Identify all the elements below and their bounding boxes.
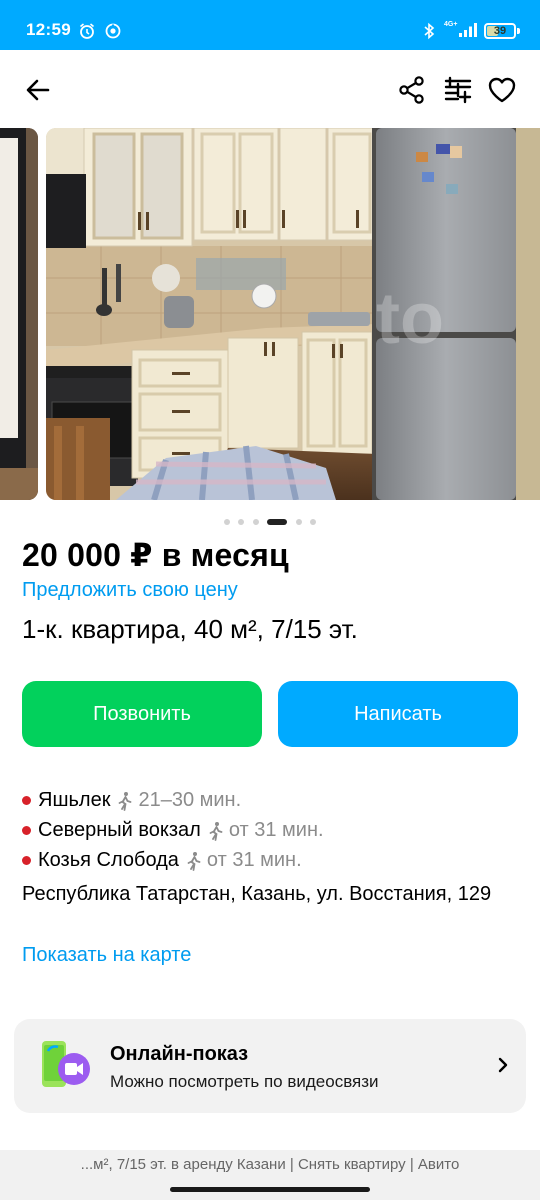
metro-walk-time: от 31 мин. [206, 849, 302, 871]
alarm-icon [78, 22, 96, 45]
listing-photo[interactable]: to [46, 128, 540, 500]
back-button[interactable] [18, 70, 58, 110]
back-arrow-icon [26, 79, 50, 101]
gallery-dot [223, 518, 230, 525]
gallery-dot [295, 518, 302, 525]
status-time: 12:59 [26, 20, 71, 39]
gallery-dot [252, 518, 259, 525]
battery-icon: 39 [484, 23, 516, 39]
online-viewing-title: Онлайн-показ [110, 1043, 249, 1065]
walking-icon [207, 821, 225, 841]
gallery-pagination [0, 513, 540, 525]
favorite-button[interactable] [482, 70, 522, 110]
home-indicator[interactable] [170, 1187, 370, 1192]
compare-add-icon [444, 76, 472, 104]
heart-icon [488, 77, 516, 103]
photo-gallery[interactable]: to [0, 128, 540, 500]
share-button[interactable] [392, 70, 432, 110]
metro-station-name: Яшьлек [38, 789, 111, 811]
browser-title-bar[interactable]: ...м², 7/15 эт. в аренду Казани | Снять … [0, 1150, 540, 1200]
metro-walk-time: от 31 мин. [228, 819, 324, 841]
metro-walk-time: 21–30 мин. [138, 789, 242, 811]
svg-text:to: to [376, 279, 444, 359]
listing-title: 1-к. квартира, 40 м², 7/15 эт. [22, 614, 358, 644]
video-call-phone-icon [38, 1039, 94, 1095]
status-bar: 12:59 4G+ 39 [0, 0, 540, 50]
walking-icon [116, 791, 134, 811]
sync-icon [104, 22, 122, 45]
compare-button[interactable] [438, 70, 478, 110]
battery-level: 39 [493, 25, 507, 37]
metro-line-dot [22, 796, 31, 805]
metro-station: Северный вокзал от 31 мин. [22, 819, 324, 842]
gallery-dot [238, 518, 245, 525]
metro-station-name: Козья Слобода [38, 849, 179, 871]
metro-line-dot [22, 856, 31, 865]
metro-station: Козья Слобода от 31 мин. [22, 849, 302, 872]
app-bar [0, 50, 540, 128]
bluetooth-icon [422, 22, 436, 45]
metro-station: Яшьлек 21–30 мин. [22, 789, 241, 812]
online-viewing-subtitle: Можно посмотреть по видеосвязи [110, 1072, 379, 1091]
chevron-right-icon [496, 1055, 510, 1080]
online-viewing-card[interactable]: Онлайн-показ Можно посмотреть по видеосв… [14, 1019, 526, 1113]
gallery-dot-active [267, 518, 288, 525]
address-text: Республика Татарстан, Казань, ул. Восста… [22, 883, 492, 905]
battery-tip [517, 28, 520, 34]
metro-line-dot [22, 826, 31, 835]
write-button[interactable]: Написать [278, 681, 518, 747]
call-button[interactable]: Позвонить [22, 681, 262, 747]
listing-price: 20 000 ₽ в месяц [22, 537, 289, 573]
signal-icon [458, 22, 478, 43]
page-title: ...м², 7/15 эт. в аренду Казани | Снять … [80, 1156, 460, 1173]
offer-price-link[interactable]: Предложить свою цену [22, 579, 238, 602]
network-type-label: 4G+ [444, 21, 458, 28]
show-on-map-link[interactable]: Показать на карте [22, 944, 191, 967]
gallery-dot [310, 518, 317, 525]
walking-icon [185, 851, 203, 871]
metro-station-name: Северный вокзал [38, 819, 201, 841]
share-icon [399, 76, 424, 104]
previous-photo[interactable] [0, 128, 38, 500]
